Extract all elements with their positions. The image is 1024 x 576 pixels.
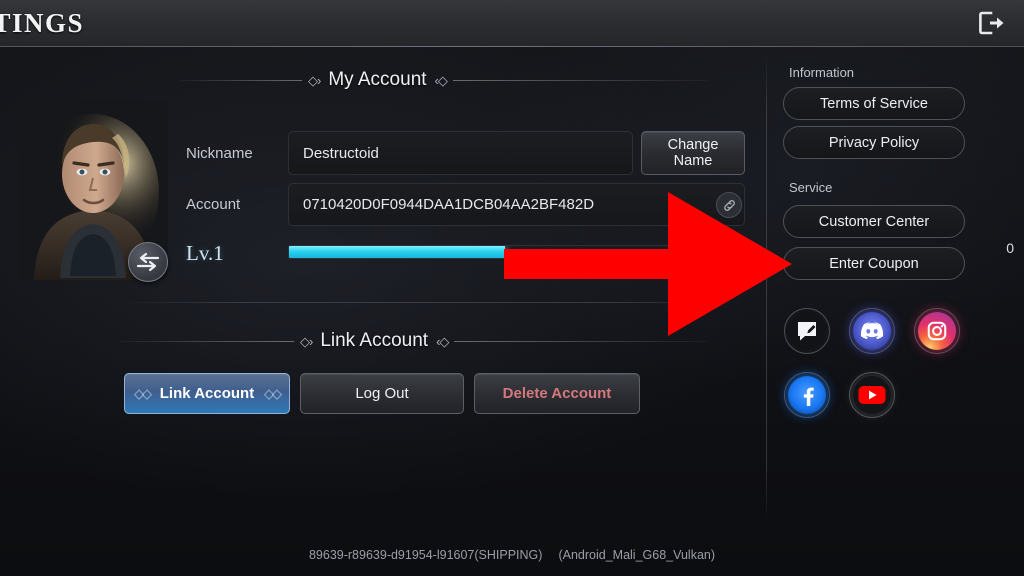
log-out-button-label: Log Out [355,385,409,402]
rule-left [120,340,294,342]
diamond-ornament-right: ◇◇ [264,385,282,401]
footer-version-info: 89639-r89639-d91954-l91607(SHIPPING) (An… [0,548,1024,562]
youtube-badge [853,376,891,414]
build-string: 89639-r89639-d91954-l91607(SHIPPING) [308,548,543,562]
discord-badge [853,312,891,350]
nickname-value: Destructoid [303,144,379,162]
facebook-badge [788,376,826,414]
level-label: Lv.1 [186,241,224,265]
customer-center-label: Customer Center [818,213,930,230]
sidebar-item-privacy-policy[interactable]: Privacy Policy [783,126,965,159]
nickname-input[interactable]: Destructoid [288,131,633,175]
exit-door-arrow-icon [979,11,1004,35]
change-name-line-2: Name [673,153,713,169]
settings-screen: TTINGS ◇› My Account ‹◇ [0,0,1024,576]
diamond-ornament-right: ‹◇ [434,72,448,88]
title-bar: TTINGS [0,0,1024,47]
facebook-icon[interactable] [784,372,830,418]
sidebar-item-terms-of-service[interactable]: Terms of Service [783,87,965,120]
forum-write-icon[interactable] [784,308,830,354]
diamond-ornament-left: ◇› [308,72,321,88]
exit-icon[interactable] [972,6,1012,40]
delete-account-button-label: Delete Account [502,385,612,402]
sidebar-item-enter-coupon[interactable]: Enter Coupon [783,247,965,280]
account-label: Account [186,196,241,213]
nickname-label: Nickname [186,145,253,162]
enter-coupon-label: Enter Coupon [829,255,919,272]
xp-value: 0 [1006,240,1014,256]
diamond-ornament-right: ‹◇ [436,333,449,349]
diamond-ornament-left: ◇› [300,333,313,349]
facebook-glyph [803,387,814,406]
page-title: TTINGS [0,8,85,38]
platform-string: (Android_Mali_G68_Vulkan) [558,548,716,562]
section-header-link-account: ◇› Link Account ‹◇ [120,330,708,352]
swap-character-button[interactable] [128,242,168,282]
section-title: Link Account [320,330,429,351]
instagram-badge [918,312,956,350]
rule-right [454,340,708,342]
copy-link-icon[interactable] [716,192,742,218]
rule-right [452,79,708,81]
section-header-my-account: ◇› My Account ‹◇ [180,69,708,91]
speech-bubble-pencil-icon [798,322,816,341]
xp-progress-fill [289,246,505,258]
link-chain-icon [723,199,735,211]
discord-icon[interactable] [849,308,895,354]
link-account-button[interactable]: ◇◇ Link Account ◇◇ [124,373,290,414]
rule-left [180,79,302,81]
terms-of-service-label: Terms of Service [820,95,928,112]
privacy-policy-label: Privacy Policy [828,134,920,151]
xp-progress-bar [288,245,740,259]
change-name-button[interactable]: Change Name [641,131,745,175]
sidebar-item-customer-center[interactable]: Customer Center [783,205,965,238]
change-name-line-1: Change [667,136,719,153]
link-account-button-label: Link Account [159,385,255,402]
diamond-ornament-left: ◇◇ [134,385,152,401]
row-divider [120,302,740,303]
instagram-glyph [927,321,947,341]
sidebar-heading-service: Service [789,180,833,195]
instagram-icon[interactable] [914,308,960,354]
delete-account-button[interactable]: Delete Account [474,373,640,414]
discord-glyph [860,321,884,339]
account-id-input[interactable]: 0710420D0F0944DAA1DCB04AA2BF482D [288,183,745,226]
swap-arrows-icon [136,252,160,272]
avatar[interactable] [18,100,168,282]
section-title: My Account [328,69,427,90]
log-out-button[interactable]: Log Out [300,373,464,414]
forum-write-badge [788,312,826,350]
account-id-value: 0710420D0F0944DAA1DCB04AA2BF482D [303,196,595,213]
youtube-glyph [858,386,886,404]
sidebar-heading-information: Information [789,65,855,80]
youtube-icon[interactable] [849,372,895,418]
pane-divider [766,55,767,520]
